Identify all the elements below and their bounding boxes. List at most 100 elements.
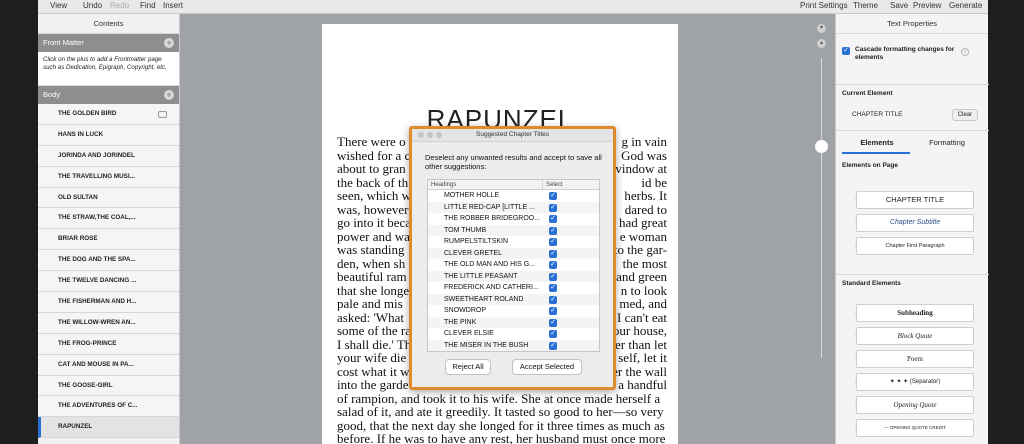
chapter-item[interactable]: THE FROG-PRINCE bbox=[38, 333, 179, 355]
select-checkbox[interactable]: ✓ bbox=[549, 295, 557, 304]
element-opening-quote[interactable]: Opening Quote bbox=[856, 396, 974, 414]
chapter-item[interactable]: BRIAR ROSE bbox=[38, 229, 179, 251]
chapter-item[interactable]: THE DOG AND THE SPA... bbox=[38, 250, 179, 272]
redo-button[interactable]: Redo bbox=[110, 1, 129, 10]
suggestion-row[interactable]: SNOWDROP ✓ bbox=[428, 305, 599, 317]
dialog-title: Suggested Chapter Titles bbox=[476, 131, 549, 138]
page-down-icon[interactable]: ▾ bbox=[817, 24, 826, 33]
theme-button[interactable]: Theme bbox=[853, 1, 878, 10]
add-chapter-icon[interactable]: + bbox=[164, 90, 174, 100]
preview-button[interactable]: Preview bbox=[913, 1, 941, 10]
element-opening-quote-credit[interactable]: — OPENING QUOTE CREDIT bbox=[856, 419, 974, 437]
chapter-item[interactable]: THE GOOSE-GIRL bbox=[38, 375, 179, 397]
suggestion-row[interactable]: CLEVER ELSIE ✓ bbox=[428, 328, 599, 340]
chapter-item[interactable]: HANS IN LUCK bbox=[38, 124, 179, 146]
suggestion-row[interactable]: THE OLD MAN AND HIS G... ✓ bbox=[428, 259, 599, 271]
dialog-titlebar: Suggested Chapter Titles bbox=[412, 129, 613, 142]
sidebar-title: Contents bbox=[38, 14, 179, 34]
select-checkbox[interactable]: ✓ bbox=[549, 215, 557, 223]
tab-elements[interactable]: Elements bbox=[842, 138, 912, 147]
suggestion-row[interactable]: CLEVER GRETEL ✓ bbox=[428, 247, 599, 259]
select-checkbox[interactable]: ✓ bbox=[549, 226, 557, 235]
element-subheading[interactable]: Subheading bbox=[856, 304, 974, 322]
suggestion-row[interactable]: SWEETHEART ROLAND ✓ bbox=[428, 293, 599, 305]
suggestion-row[interactable]: THE MISER IN THE BUSH ✓ bbox=[428, 339, 599, 351]
chapter-item[interactable]: THE ADVENTURES OF C... bbox=[38, 396, 179, 418]
chapter-item[interactable]: THE GOLDEN BIRD bbox=[38, 104, 179, 125]
chapter-item[interactable]: THE TRAVELLING MUSI... bbox=[38, 166, 179, 188]
accept-selected-button[interactable]: Accept Selected bbox=[512, 359, 582, 375]
cascade-checkbox[interactable]: ✓ bbox=[842, 47, 850, 55]
select-checkbox[interactable]: ✓ bbox=[549, 284, 557, 292]
element-poem[interactable]: Poem bbox=[856, 350, 974, 368]
suggestion-row[interactable]: TOM THUMB ✓ bbox=[428, 224, 599, 236]
headings-column-header[interactable]: Headings bbox=[428, 180, 542, 190]
suggestion-heading: LITTLE RED-CAP [LITTLE ... bbox=[444, 203, 535, 211]
select-checkbox[interactable]: ✓ bbox=[549, 272, 557, 281]
chapter-label: THE WILLOW-WREN AN... bbox=[58, 318, 136, 326]
suggestion-heading: ASHPUTTEL bbox=[444, 351, 485, 352]
suggestion-row[interactable]: RUMPELSTILTSKIN ✓ bbox=[428, 236, 599, 248]
tab-formatting[interactable]: Formatting bbox=[912, 138, 982, 147]
element-chapter-first-paragraph[interactable]: Chapter First Paragraph bbox=[856, 237, 974, 255]
divider bbox=[836, 130, 989, 131]
view-button[interactable]: View bbox=[50, 1, 67, 10]
suggestion-row[interactable]: ASHPUTTEL✓ bbox=[428, 351, 599, 352]
suggestion-heading: SNOWDROP bbox=[444, 307, 486, 314]
body-label: Body bbox=[43, 90, 61, 99]
page-up-icon[interactable]: ▴ bbox=[817, 39, 826, 48]
suggestion-row[interactable]: THE LITTLE PEASANT ✓ bbox=[428, 270, 599, 282]
chapter-item-active[interactable]: RAPUNZEL bbox=[38, 417, 179, 439]
select-checkbox[interactable]: ✓ bbox=[549, 341, 557, 350]
select-checkbox[interactable]: ✓ bbox=[549, 307, 557, 315]
generate-button[interactable]: Generate bbox=[949, 1, 982, 10]
reject-all-button[interactable]: Reject All bbox=[445, 359, 491, 375]
suggestion-row[interactable]: THE PINK ✓ bbox=[428, 316, 599, 328]
suggestion-row[interactable]: MOTHER HOLLE ✓ bbox=[428, 190, 599, 202]
suggestion-heading: THE PINK bbox=[444, 318, 477, 326]
suggested-titles-dialog: Suggested Chapter Titles Deselect any un… bbox=[409, 126, 616, 390]
element-separator[interactable]: ✦ ✦ ✦ (Separator) bbox=[856, 373, 974, 391]
divider bbox=[836, 84, 989, 85]
insert-button[interactable]: Insert bbox=[163, 1, 183, 10]
chapter-badge-icon bbox=[158, 111, 167, 118]
chapter-item[interactable]: THE STRAW,THE COAL,... bbox=[38, 208, 179, 230]
suggestion-heading: CLEVER ELSIE bbox=[444, 330, 494, 337]
suggestion-row[interactable]: FREDERICK AND CATHERI... ✓ bbox=[428, 282, 599, 294]
suggestion-row[interactable]: THE ROBBER BRIDEGROO... ✓ bbox=[428, 213, 599, 225]
divider bbox=[836, 274, 989, 275]
clear-button[interactable]: Clear bbox=[952, 109, 978, 121]
select-checkbox[interactable]: ✓ bbox=[549, 261, 557, 269]
element-block-quote[interactable]: Block Quote bbox=[856, 327, 974, 345]
chapter-list: THE GOLDEN BIRD HANS IN LUCK JORINDA AND… bbox=[38, 104, 179, 439]
select-checkbox[interactable]: ✓ bbox=[549, 203, 557, 212]
info-icon[interactable]: i bbox=[961, 48, 969, 56]
zoom-slider-handle[interactable] bbox=[815, 140, 828, 153]
element-chapter-title[interactable]: CHAPTER TITLE bbox=[856, 191, 974, 209]
chapter-item[interactable]: CAT AND MOUSE IN PA... bbox=[38, 354, 179, 376]
select-checkbox[interactable]: ✓ bbox=[549, 318, 557, 327]
select-checkbox[interactable]: ✓ bbox=[549, 192, 557, 200]
select-checkbox[interactable]: ✓ bbox=[549, 238, 557, 246]
chapter-item[interactable]: THE FISHERMAN AND H... bbox=[38, 292, 179, 313]
current-element-label: Current Element bbox=[842, 90, 893, 97]
select-checkbox[interactable]: ✓ bbox=[549, 249, 557, 258]
chapter-item[interactable]: OLD SULTAN bbox=[38, 187, 179, 209]
undo-button[interactable]: Undo bbox=[83, 1, 102, 10]
find-button[interactable]: Find bbox=[140, 1, 156, 10]
page-text-line[interactable]: before. If he was to have any rest, her … bbox=[337, 431, 667, 444]
suggestion-row[interactable]: LITTLE RED-CAP [LITTLE ... ✓ bbox=[428, 201, 599, 213]
chapter-item[interactable]: JORINDA AND JORINDEL bbox=[38, 145, 179, 167]
print-settings-button[interactable]: Print Settings bbox=[800, 1, 848, 10]
chapter-item[interactable]: THE TWELVE DANCING ... bbox=[38, 271, 179, 293]
suggestion-heading: RUMPELSTILTSKIN bbox=[444, 238, 509, 245]
save-button[interactable]: Save bbox=[890, 1, 908, 10]
element-chapter-subtitle[interactable]: Chapter Subtitle bbox=[856, 214, 974, 232]
select-checkbox[interactable]: ✓ bbox=[549, 330, 557, 338]
body-header[interactable]: Body + bbox=[38, 86, 179, 104]
active-tab-indicator bbox=[842, 152, 910, 154]
select-column-header[interactable]: Select bbox=[542, 180, 599, 190]
add-front-matter-icon[interactable]: + bbox=[164, 38, 174, 48]
front-matter-header[interactable]: Front Matter + bbox=[38, 34, 179, 52]
chapter-item[interactable]: THE WILLOW-WREN AN... bbox=[38, 312, 179, 334]
